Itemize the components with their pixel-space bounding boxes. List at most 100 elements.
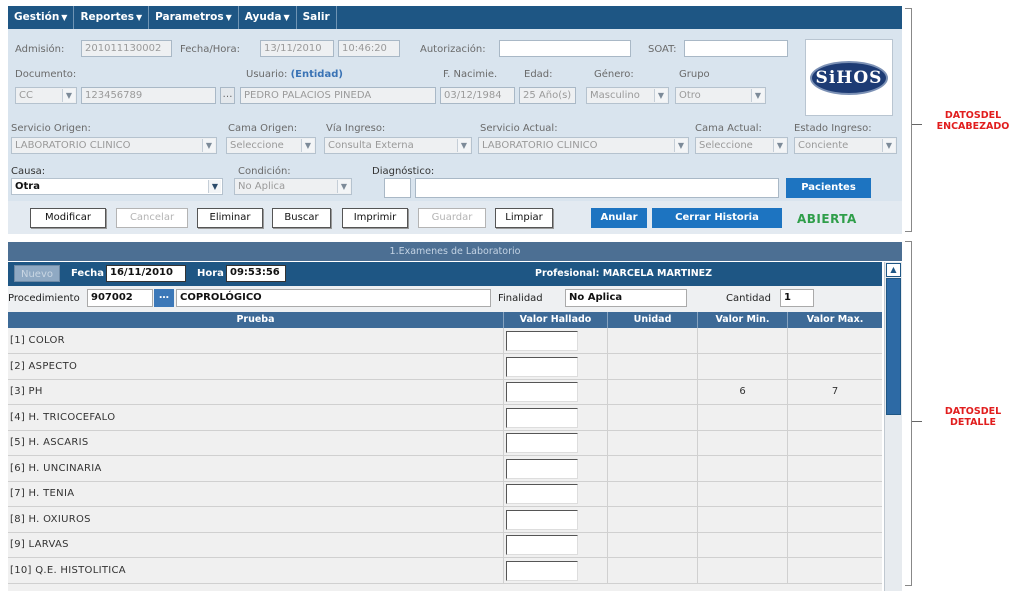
causa-select[interactable]: Otra ▼ — [11, 178, 223, 195]
fecha-field[interactable]: 13/11/2010 — [260, 40, 334, 57]
menu-parametros[interactable]: Parametros ▼ — [149, 6, 239, 29]
pacientes-button[interactable]: Pacientes — [786, 178, 871, 198]
detail-toolbar: Nuevo Fecha 16/11/2010 Hora 09:53:56 Pro… — [8, 262, 882, 286]
valor-hallado-input[interactable] — [506, 382, 578, 402]
chevron-down-icon: ▼ — [337, 180, 350, 193]
autorizacion-field[interactable] — [499, 40, 631, 57]
valor-hallado-input[interactable] — [506, 535, 578, 555]
valor-hallado-input[interactable] — [506, 560, 578, 581]
menu-reportes[interactable]: Reportes ▼ — [74, 6, 150, 29]
documento-tipo-select[interactable]: CC ▼ — [15, 87, 77, 104]
documento-numero-field[interactable]: 123456789 — [81, 87, 216, 104]
col-valor-max[interactable]: Valor Max. — [788, 312, 882, 328]
chevron-down-icon: ▼ — [62, 89, 75, 102]
admision-field[interactable]: 201011130002 — [81, 40, 172, 57]
procedimiento-code-field[interactable]: 907002 — [87, 289, 153, 307]
header-panel: Admisión: 201011130002 Fecha/Hora: 13/11… — [8, 29, 902, 234]
valor-hallado-input[interactable] — [506, 331, 578, 351]
table-row: [10] Q.E. HISTOLITICA — [8, 557, 882, 584]
cerrar-historia-button[interactable]: Cerrar Historia — [652, 208, 782, 228]
annotation-detalle: DATOSDEL DETALLE — [944, 406, 1002, 428]
valor-max-cell — [788, 328, 882, 354]
hora-field[interactable]: 10:46:20 — [338, 40, 400, 57]
valor-hallado-cell — [504, 328, 608, 354]
col-valor-hallado[interactable]: Valor Hallado — [504, 312, 608, 328]
anular-button[interactable]: Anular — [591, 208, 647, 228]
valor-min-cell — [698, 455, 788, 482]
cama-origen-select[interactable]: Seleccione ▼ — [226, 137, 316, 154]
chevron-down-icon: ▼ — [301, 139, 314, 152]
section-title: 1.Examenes de Laboratorio — [8, 242, 902, 261]
edad-label: Edad: — [524, 69, 553, 80]
cantidad-field[interactable]: 1 — [780, 289, 814, 307]
valor-min-cell — [698, 557, 788, 584]
limpiar-button[interactable]: Limpiar — [495, 208, 553, 228]
soat-field[interactable] — [684, 40, 788, 57]
soat-label: SOAT: — [648, 44, 677, 55]
unidad-cell — [608, 404, 698, 431]
col-unidad[interactable]: Unidad — [608, 312, 698, 328]
cama-actual-select[interactable]: Seleccione ▼ — [695, 137, 788, 154]
procedimiento-desc-field[interactable]: COPROLÓGICO — [176, 289, 491, 307]
cancelar-button[interactable]: Cancelar — [116, 208, 188, 228]
grupo-select[interactable]: Otro ▼ — [675, 87, 766, 104]
guardar-button[interactable]: Guardar — [418, 208, 486, 228]
menu-salir[interactable]: Salir — [297, 6, 337, 29]
chevron-down-icon: ▼ — [225, 13, 232, 22]
chevron-down-icon: ▼ — [202, 139, 215, 152]
encabezado-bracket — [905, 8, 912, 232]
via-ingreso-select[interactable]: Consulta Externa ▼ — [324, 137, 472, 154]
nacimiento-field[interactable]: 03/12/1984 — [440, 87, 515, 104]
edad-field[interactable]: 25 Año(s) — [519, 87, 576, 104]
diagnostico-desc-field[interactable] — [415, 178, 779, 198]
col-valor-min[interactable]: Valor Min. — [698, 312, 788, 328]
valor-min-cell — [698, 328, 788, 354]
valor-hallado-cell — [504, 481, 608, 507]
valor-hallado-input[interactable] — [506, 458, 578, 479]
buscar-documento-button[interactable]: … — [220, 87, 235, 104]
modificar-button[interactable]: Modificar — [30, 208, 106, 228]
col-prueba[interactable]: Prueba — [8, 312, 504, 328]
cama-origen-label: Cama Origen: — [228, 123, 298, 134]
chevron-down-icon: ▼ — [283, 13, 290, 22]
grupo-label: Grupo — [679, 69, 710, 80]
buscar-button[interactable]: Buscar — [272, 208, 331, 228]
diagnostico-code-field[interactable] — [384, 178, 411, 198]
table-header: Prueba Valor Hallado Unidad Valor Min. V… — [8, 312, 882, 328]
valor-min-cell: 6 — [698, 379, 788, 405]
valor-hallado-input[interactable] — [506, 407, 578, 428]
table-row: [6] H. UNCINARIA — [8, 455, 882, 482]
detail-hora-field[interactable]: 09:53:56 — [226, 265, 286, 282]
estado-ingreso-select[interactable]: Conciente ▼ — [794, 137, 897, 154]
vertical-scrollbar[interactable]: ▲ — [884, 262, 902, 591]
menu-ayuda[interactable]: Ayuda ▼ — [239, 6, 297, 29]
valor-hallado-input[interactable] — [506, 509, 578, 530]
genero-select[interactable]: Masculino ▼ — [586, 87, 669, 104]
prueba-cell: [2] ASPECTO — [8, 353, 504, 380]
menu-gestion[interactable]: Gestión ▼ — [8, 6, 75, 29]
eliminar-button[interactable]: Eliminar — [197, 208, 263, 228]
buscar-procedimiento-button[interactable]: … — [154, 289, 174, 307]
valor-hallado-input[interactable] — [506, 484, 578, 504]
usuario-field[interactable]: PEDRO PALACIOS PINEDA — [240, 87, 436, 104]
valor-hallado-input[interactable] — [506, 356, 578, 377]
finalidad-field[interactable]: No Aplica — [565, 289, 687, 307]
valor-hallado-cell — [504, 455, 608, 482]
imprimir-button[interactable]: Imprimir — [342, 208, 408, 228]
servicio-origen-select[interactable]: LABORATORIO CLINICO ▼ — [11, 137, 217, 154]
genero-label: Género: — [594, 69, 634, 80]
autorizacion-label: Autorización: — [420, 44, 486, 55]
condicion-select[interactable]: No Aplica ▼ — [234, 178, 352, 195]
servicio-actual-select[interactable]: LABORATORIO CLINICO ▼ — [478, 137, 689, 154]
nuevo-button[interactable]: Nuevo — [14, 265, 60, 282]
causa-label: Causa: — [11, 166, 46, 177]
valor-hallado-input[interactable] — [506, 433, 578, 453]
detail-fecha-field[interactable]: 16/11/2010 — [106, 265, 186, 282]
chevron-down-icon: ▼ — [208, 180, 221, 193]
scroll-up-icon[interactable]: ▲ — [886, 263, 901, 277]
valor-hallado-cell — [504, 557, 608, 584]
detalle-bracket — [905, 241, 912, 586]
app-window: Gestión ▼ Reportes ▼ Parametros ▼ Ayuda ▼ Sa… — [0, 0, 1021, 591]
usuario-entidad-link[interactable]: (Entidad) — [291, 69, 343, 80]
scroll-thumb[interactable] — [886, 278, 901, 415]
